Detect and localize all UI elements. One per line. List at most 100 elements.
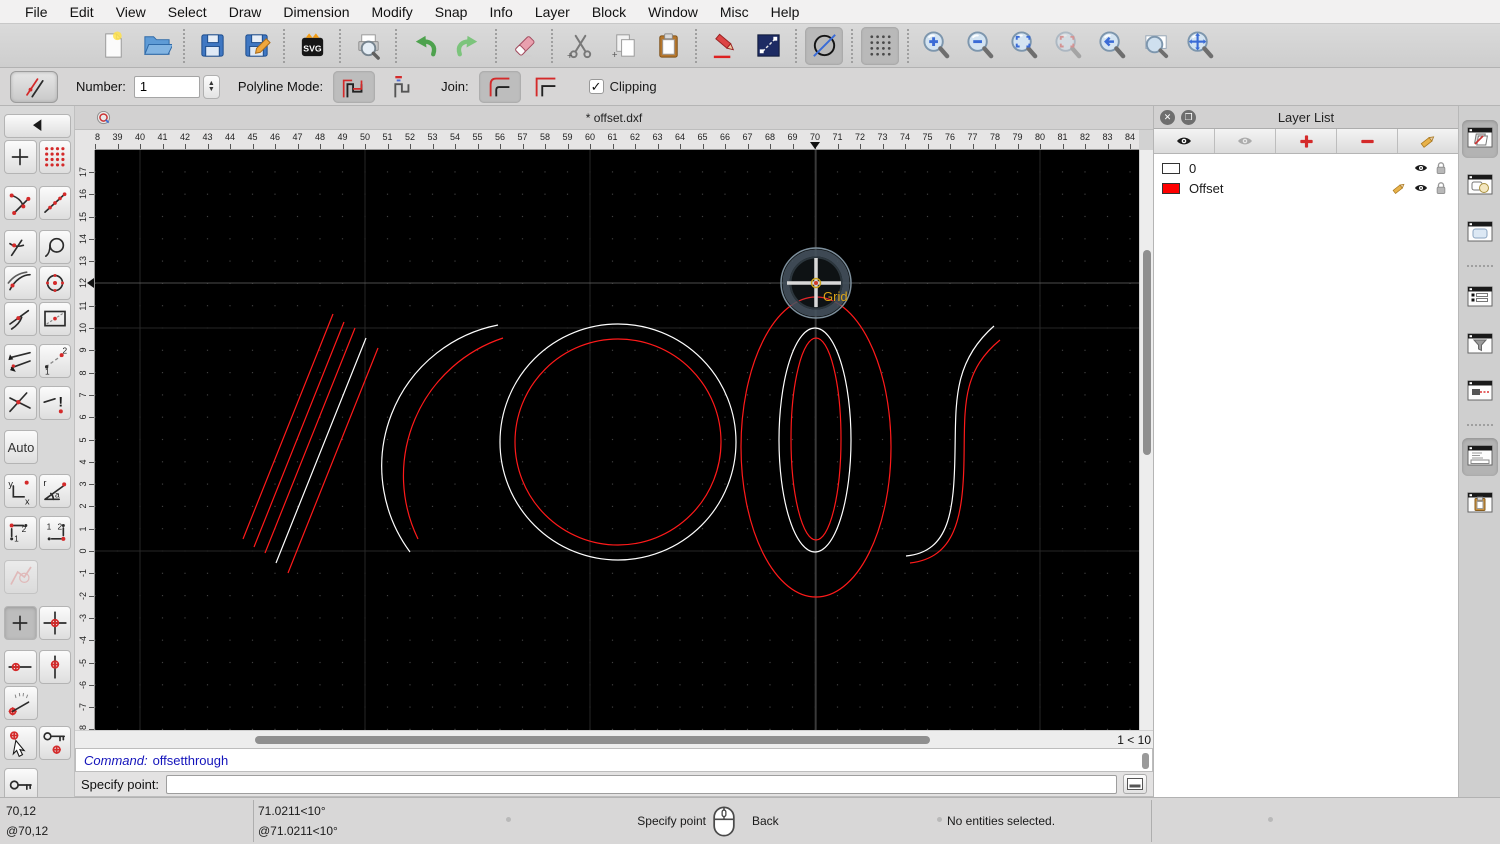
vertical-scrollbar-handle[interactable] — [1143, 250, 1151, 455]
save-button[interactable] — [193, 27, 231, 65]
dock-selection-filter-button[interactable] — [1462, 326, 1498, 364]
menu-draw[interactable]: Draw — [218, 4, 273, 20]
dock-block-list-button[interactable] — [1462, 167, 1498, 205]
menu-info[interactable]: Info — [478, 4, 523, 20]
menu-window[interactable]: Window — [637, 4, 709, 20]
draw-pencil-button[interactable] — [705, 27, 743, 65]
number-stepper[interactable]: ▲ ▼ — [202, 74, 220, 99]
layer-lock-toggle[interactable] — [1432, 161, 1450, 175]
zoom-selection-button[interactable] — [1049, 27, 1087, 65]
snap-reference-button[interactable] — [38, 230, 71, 264]
menu-snap[interactable]: Snap — [424, 4, 479, 20]
polyline-faded-button[interactable] — [4, 560, 38, 594]
new-document-button[interactable] — [93, 27, 131, 65]
menu-misc[interactable]: Misc — [709, 4, 760, 20]
command-window-toggle-button[interactable] — [1123, 774, 1147, 794]
polyline-mode-join-button[interactable] — [333, 70, 376, 103]
layer-row[interactable]: 0 — [1154, 158, 1458, 178]
distance-2-1-button[interactable] — [38, 516, 71, 550]
zoom-window-button[interactable] — [1137, 27, 1175, 65]
restrict-orthogonal-button[interactable] — [38, 606, 71, 640]
zoom-previous-button[interactable] — [1093, 27, 1131, 65]
command-input[interactable] — [166, 774, 1117, 794]
menu-dimension[interactable]: Dimension — [272, 4, 360, 20]
dock-command-line-button[interactable] — [1461, 438, 1498, 476]
dock-layer-list-button[interactable] — [1461, 120, 1498, 158]
menu-file[interactable]: File — [14, 4, 59, 20]
snap-endpoints-button[interactable] — [4, 186, 37, 220]
menu-edit[interactable]: Edit — [59, 4, 105, 20]
command-history-scrollbar[interactable] — [1142, 753, 1149, 769]
join-round-button[interactable] — [478, 70, 521, 103]
coord-cartesian-button[interactable] — [4, 474, 37, 508]
redo-button[interactable] — [449, 27, 487, 65]
lock-relative-zero-button[interactable] — [38, 726, 71, 760]
print-preview-button[interactable] — [349, 27, 387, 65]
restrict-nothing-button[interactable] — [4, 606, 37, 640]
svg-export-button[interactable] — [293, 27, 331, 65]
snap-on-entity-button[interactable] — [38, 186, 71, 220]
paste-button[interactable] — [649, 27, 687, 65]
layer-visibility-toggle[interactable] — [1410, 181, 1432, 195]
horizontal-scrollbar-handle[interactable] — [255, 736, 930, 744]
drawing-canvas[interactable]: Grid — [94, 150, 1139, 730]
active-tool-button[interactable] — [10, 70, 58, 103]
snap-angle-button[interactable] — [4, 686, 38, 720]
dock-property-editor-button[interactable] — [1462, 279, 1498, 317]
circle-slash-tool-button[interactable] — [805, 26, 843, 65]
document-tab-bar[interactable]: * offset.dxf — [75, 106, 1153, 130]
delete-button[interactable] — [505, 27, 543, 65]
clipping-checkbox[interactable]: ✓ Clipping — [588, 79, 657, 94]
open-file-button[interactable] — [137, 27, 175, 65]
back-arrow-button[interactable] — [4, 114, 71, 138]
snap-distance-manual-button[interactable] — [38, 344, 71, 378]
snap-perpendicular-button[interactable] — [4, 230, 37, 264]
menu-layer[interactable]: Layer — [524, 4, 581, 20]
menu-view[interactable]: View — [105, 4, 157, 20]
zoom-in-button[interactable] — [917, 27, 955, 65]
menu-modify[interactable]: Modify — [361, 4, 424, 20]
layer-lock-toggle[interactable] — [1432, 181, 1450, 195]
menu-block[interactable]: Block — [581, 4, 637, 20]
polyline-mode-segment-button[interactable] — [379, 71, 421, 103]
menu-help[interactable]: Help — [760, 4, 811, 20]
zoom-pan-button[interactable] — [1181, 27, 1219, 65]
snap-grid-button[interactable] — [38, 140, 71, 174]
number-input[interactable] — [133, 75, 200, 98]
grid-toggle-button[interactable] — [861, 26, 899, 65]
distance-1-2-button[interactable] — [4, 516, 37, 550]
zoom-out-button[interactable] — [961, 27, 999, 65]
snap-middle-button[interactable] — [38, 302, 71, 336]
command-history[interactable]: Command: offsetthrough — [75, 748, 1153, 772]
show-all-layers-button[interactable] — [1154, 129, 1215, 153]
copy-button[interactable] — [605, 27, 643, 65]
undo-button[interactable] — [405, 27, 443, 65]
auto-snap-button[interactable]: Auto — [4, 430, 38, 464]
snap-intersection-button[interactable] — [4, 386, 37, 420]
layer-visibility-toggle[interactable] — [1410, 161, 1432, 175]
menu-select[interactable]: Select — [157, 4, 218, 20]
set-relative-zero-button[interactable] — [4, 726, 37, 760]
horizontal-scrollbar[interactable]: 1 < 10 — [75, 730, 1153, 748]
cut-button[interactable] — [561, 27, 599, 65]
snap-auto-intersection-button[interactable] — [4, 344, 37, 378]
hide-all-layers-button[interactable] — [1215, 129, 1276, 153]
snap-nearest-button[interactable] — [4, 302, 37, 336]
snap-free-button[interactable] — [4, 140, 37, 174]
coord-polar-button[interactable] — [38, 474, 71, 508]
vertical-scrollbar[interactable] — [1139, 150, 1153, 730]
restrict-vertical-button[interactable] — [38, 650, 71, 684]
snap-tangent-button[interactable] — [4, 266, 37, 300]
layer-row[interactable]: Offset — [1154, 178, 1458, 198]
snap-restrict-warning-button[interactable] — [38, 386, 71, 420]
save-as-button[interactable] — [237, 27, 275, 65]
dock-view-options-button[interactable] — [1462, 373, 1498, 411]
restrict-horizontal-button[interactable] — [4, 650, 37, 684]
zoom-auto-button[interactable] — [1005, 27, 1043, 65]
edit-layer-button[interactable] — [1398, 129, 1458, 153]
snap-center-button[interactable] — [38, 266, 71, 300]
dock-library-browser-button[interactable] — [1462, 214, 1498, 252]
dock-clipboard-button[interactable] — [1462, 485, 1498, 523]
line-tool-button[interactable] — [749, 27, 787, 65]
add-layer-button[interactable] — [1276, 129, 1337, 153]
